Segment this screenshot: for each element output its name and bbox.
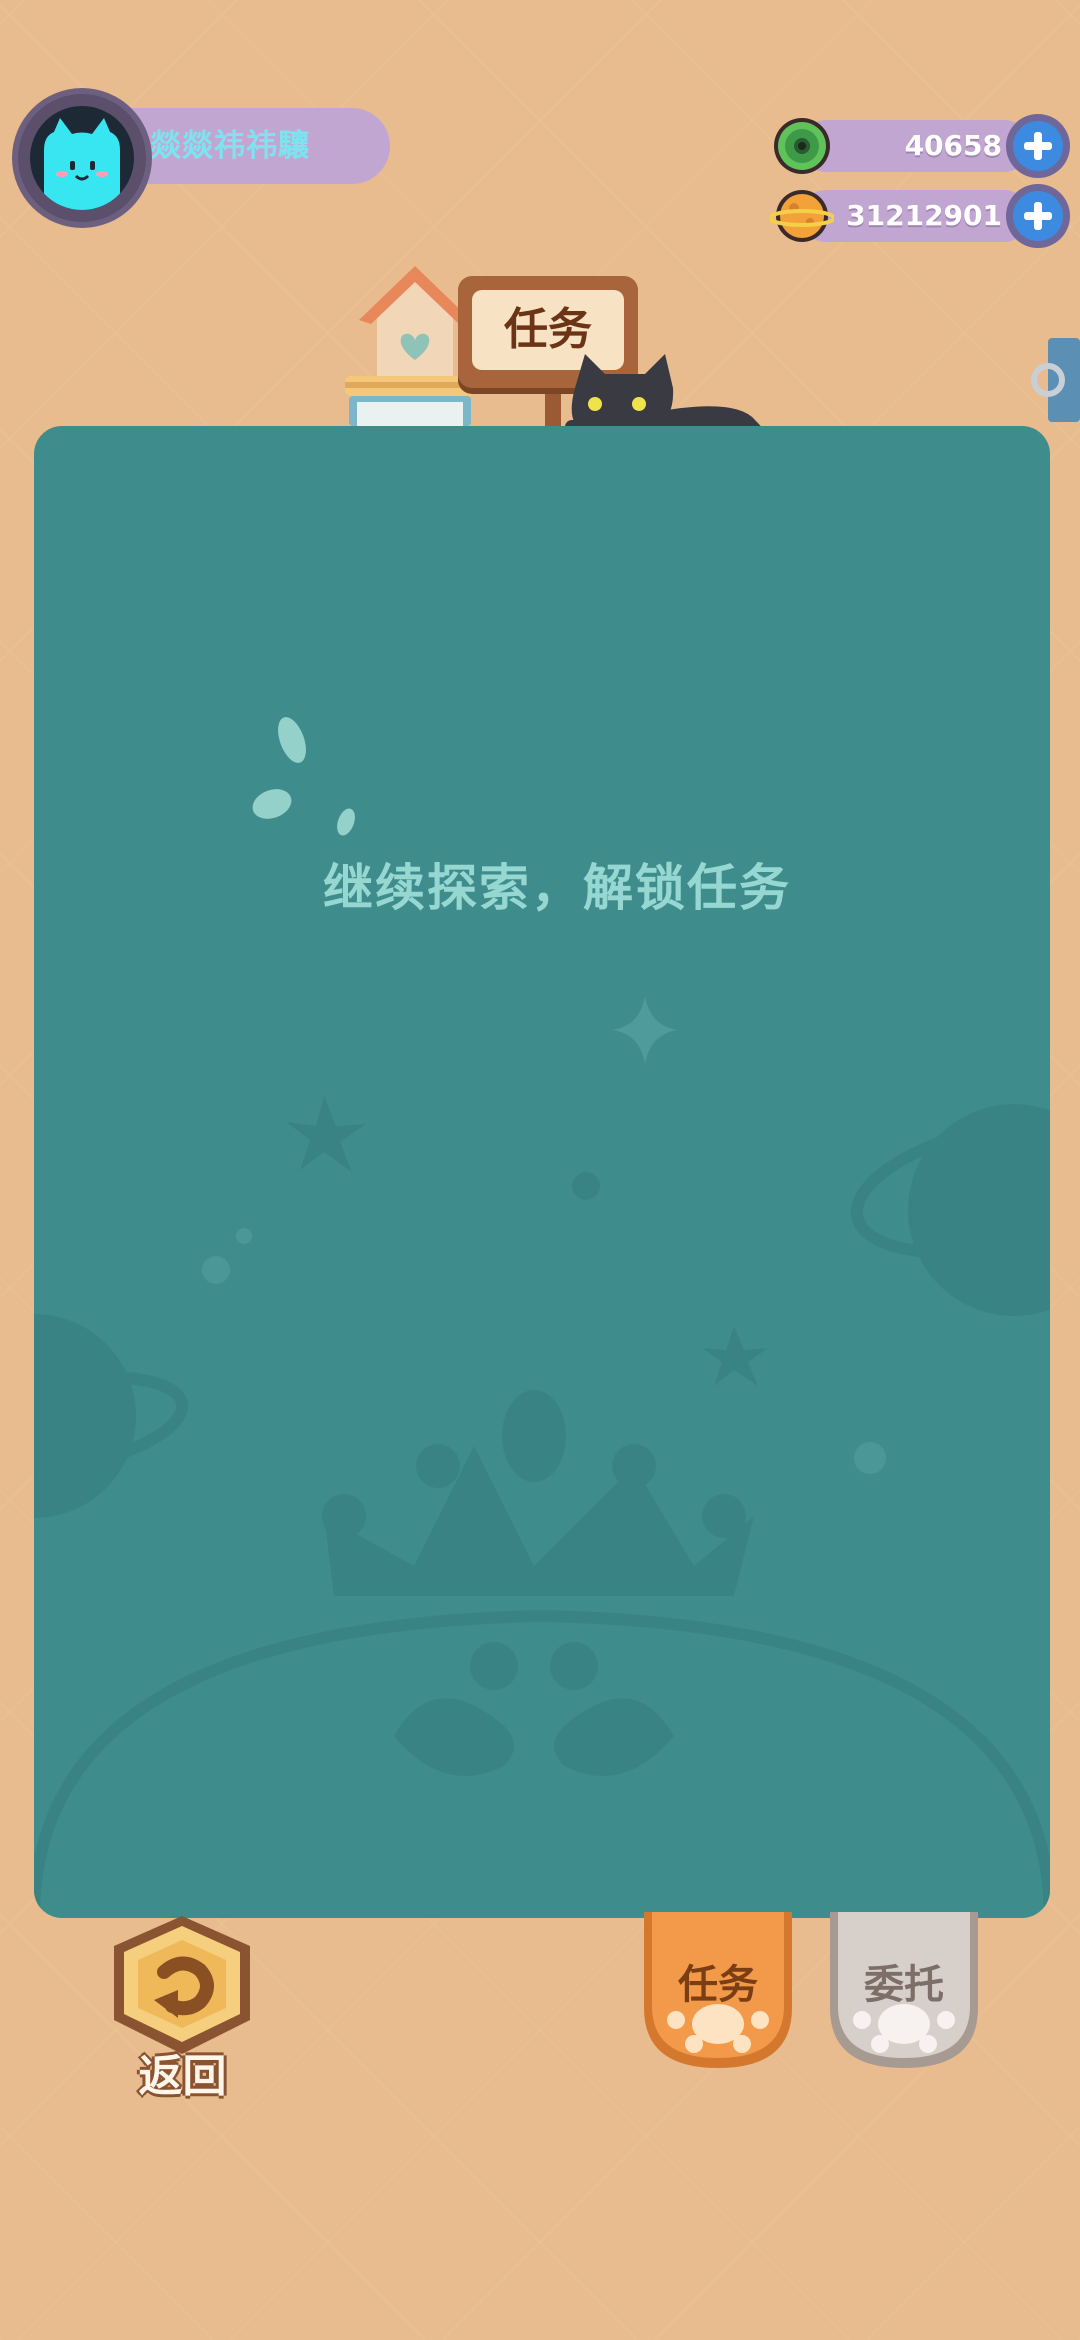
task-panel: 继续探索，解锁任务 [34,426,1050,1918]
player-name: 燚燚祎祎驤 [150,128,310,164]
add-planet-coin-button[interactable] [1006,184,1070,248]
planet-coin-icon [770,190,834,242]
empty-task-message: 继续探索，解锁任务 [323,859,791,917]
house-icon [359,266,471,382]
panel-background-art [34,717,1050,1918]
return-arrow-icon [114,1916,250,2054]
tab-tasks-label: 任务 [678,1962,758,2008]
green-donut-coin-icon [774,118,830,174]
currency-planet-row: 31212901 [770,184,1070,248]
planet-coin-value: 31212901 [846,199,1002,232]
tab-tasks[interactable]: 任务 [638,1912,798,2072]
clip-icon [1031,338,1080,422]
add-donut-coin-button[interactable] [1006,114,1070,178]
donut-coin-value: 40658 [904,129,1002,162]
tab-commission-label: 委托 [864,1962,944,2008]
cat-face-icon [44,118,120,210]
tab-commission[interactable]: 委托 [824,1912,984,2072]
avatar[interactable] [18,94,146,222]
back-button-label: 返回 [138,2051,227,2102]
book-icon [345,376,475,426]
currency-donut-row: 40658 [770,114,1070,178]
back-button[interactable]: 返回 [100,1910,265,2102]
